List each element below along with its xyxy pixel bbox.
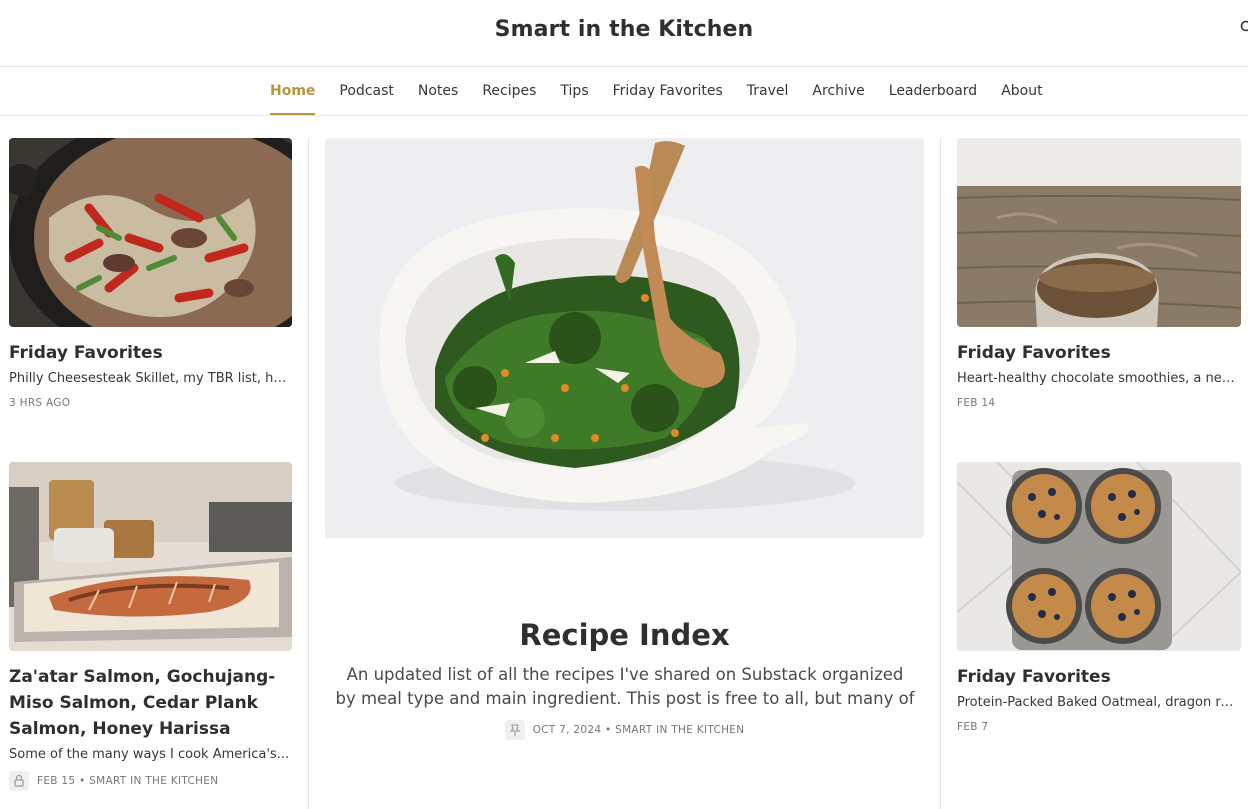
nav-item-travel[interactable]: Travel <box>735 67 801 115</box>
post-image-cheesesteak-skillet[interactable] <box>9 138 292 327</box>
post-subtitle: Protein-Packed Baked Oatmeal, dragon rea… <box>957 695 1241 710</box>
column-divider-right <box>940 138 941 809</box>
post-subtitle: Heart-healthy chocolate smoothies, a new… <box>957 371 1241 386</box>
nav-item-notes[interactable]: Notes <box>406 67 470 115</box>
search-icon[interactable] <box>1240 20 1248 34</box>
post-date-author: FEB 15 • SMART IN THE KITCHEN <box>37 775 219 787</box>
nav-item-about[interactable]: About <box>989 67 1054 115</box>
post-date: FEB 7 <box>957 721 989 733</box>
featured-post-date-author: OCT 7, 2024 • SMART IN THE KITCHEN <box>532 724 745 736</box>
post-image-baked-oatmeal[interactable] <box>957 462 1241 651</box>
column-divider-left <box>308 138 309 809</box>
post-image-salmon[interactable] <box>9 462 292 651</box>
site-header: Smart in the Kitchen <box>0 0 1248 67</box>
featured-post-title[interactable]: Recipe Index <box>325 618 924 652</box>
featured-post-subtitle: An updated list of all the recipes I've … <box>335 665 915 708</box>
post-image-chocolate-smoothie[interactable] <box>957 138 1241 327</box>
nav-item-friday-favorites[interactable]: Friday Favorites <box>601 67 735 115</box>
post-title[interactable]: Friday Favorites <box>957 340 1241 366</box>
featured-post-image-kale-salad[interactable] <box>325 138 924 538</box>
nav-item-tips[interactable]: Tips <box>548 67 600 115</box>
pin-icon <box>504 720 525 740</box>
post-title[interactable]: Za'atar Salmon, Gochujang-Miso Salmon, C… <box>9 664 299 742</box>
post-subtitle: Some of the many ways I cook America's..… <box>9 747 290 762</box>
featured-post-meta: OCT 7, 2024 • SMART IN THE KITCHEN <box>325 720 924 740</box>
post-title[interactable]: Friday Favorites <box>9 340 292 366</box>
nav-item-home[interactable]: Home <box>258 67 327 115</box>
post-subtitle: Philly Cheesesteak Skillet, my TBR list,… <box>9 371 292 386</box>
site-title[interactable]: Smart in the Kitchen <box>0 17 1248 42</box>
post-date: FEB 14 <box>957 397 996 409</box>
nav-item-leaderboard[interactable]: Leaderboard <box>877 67 989 115</box>
main-nav: Home Podcast Notes Recipes Tips Friday F… <box>0 67 1248 116</box>
lock-icon <box>9 771 29 791</box>
nav-item-recipes[interactable]: Recipes <box>470 67 548 115</box>
nav-item-podcast[interactable]: Podcast <box>327 67 405 115</box>
post-date: 3 HRS AGO <box>9 397 71 409</box>
post-title[interactable]: Friday Favorites <box>957 664 1241 690</box>
nav-item-archive[interactable]: Archive <box>800 67 876 115</box>
